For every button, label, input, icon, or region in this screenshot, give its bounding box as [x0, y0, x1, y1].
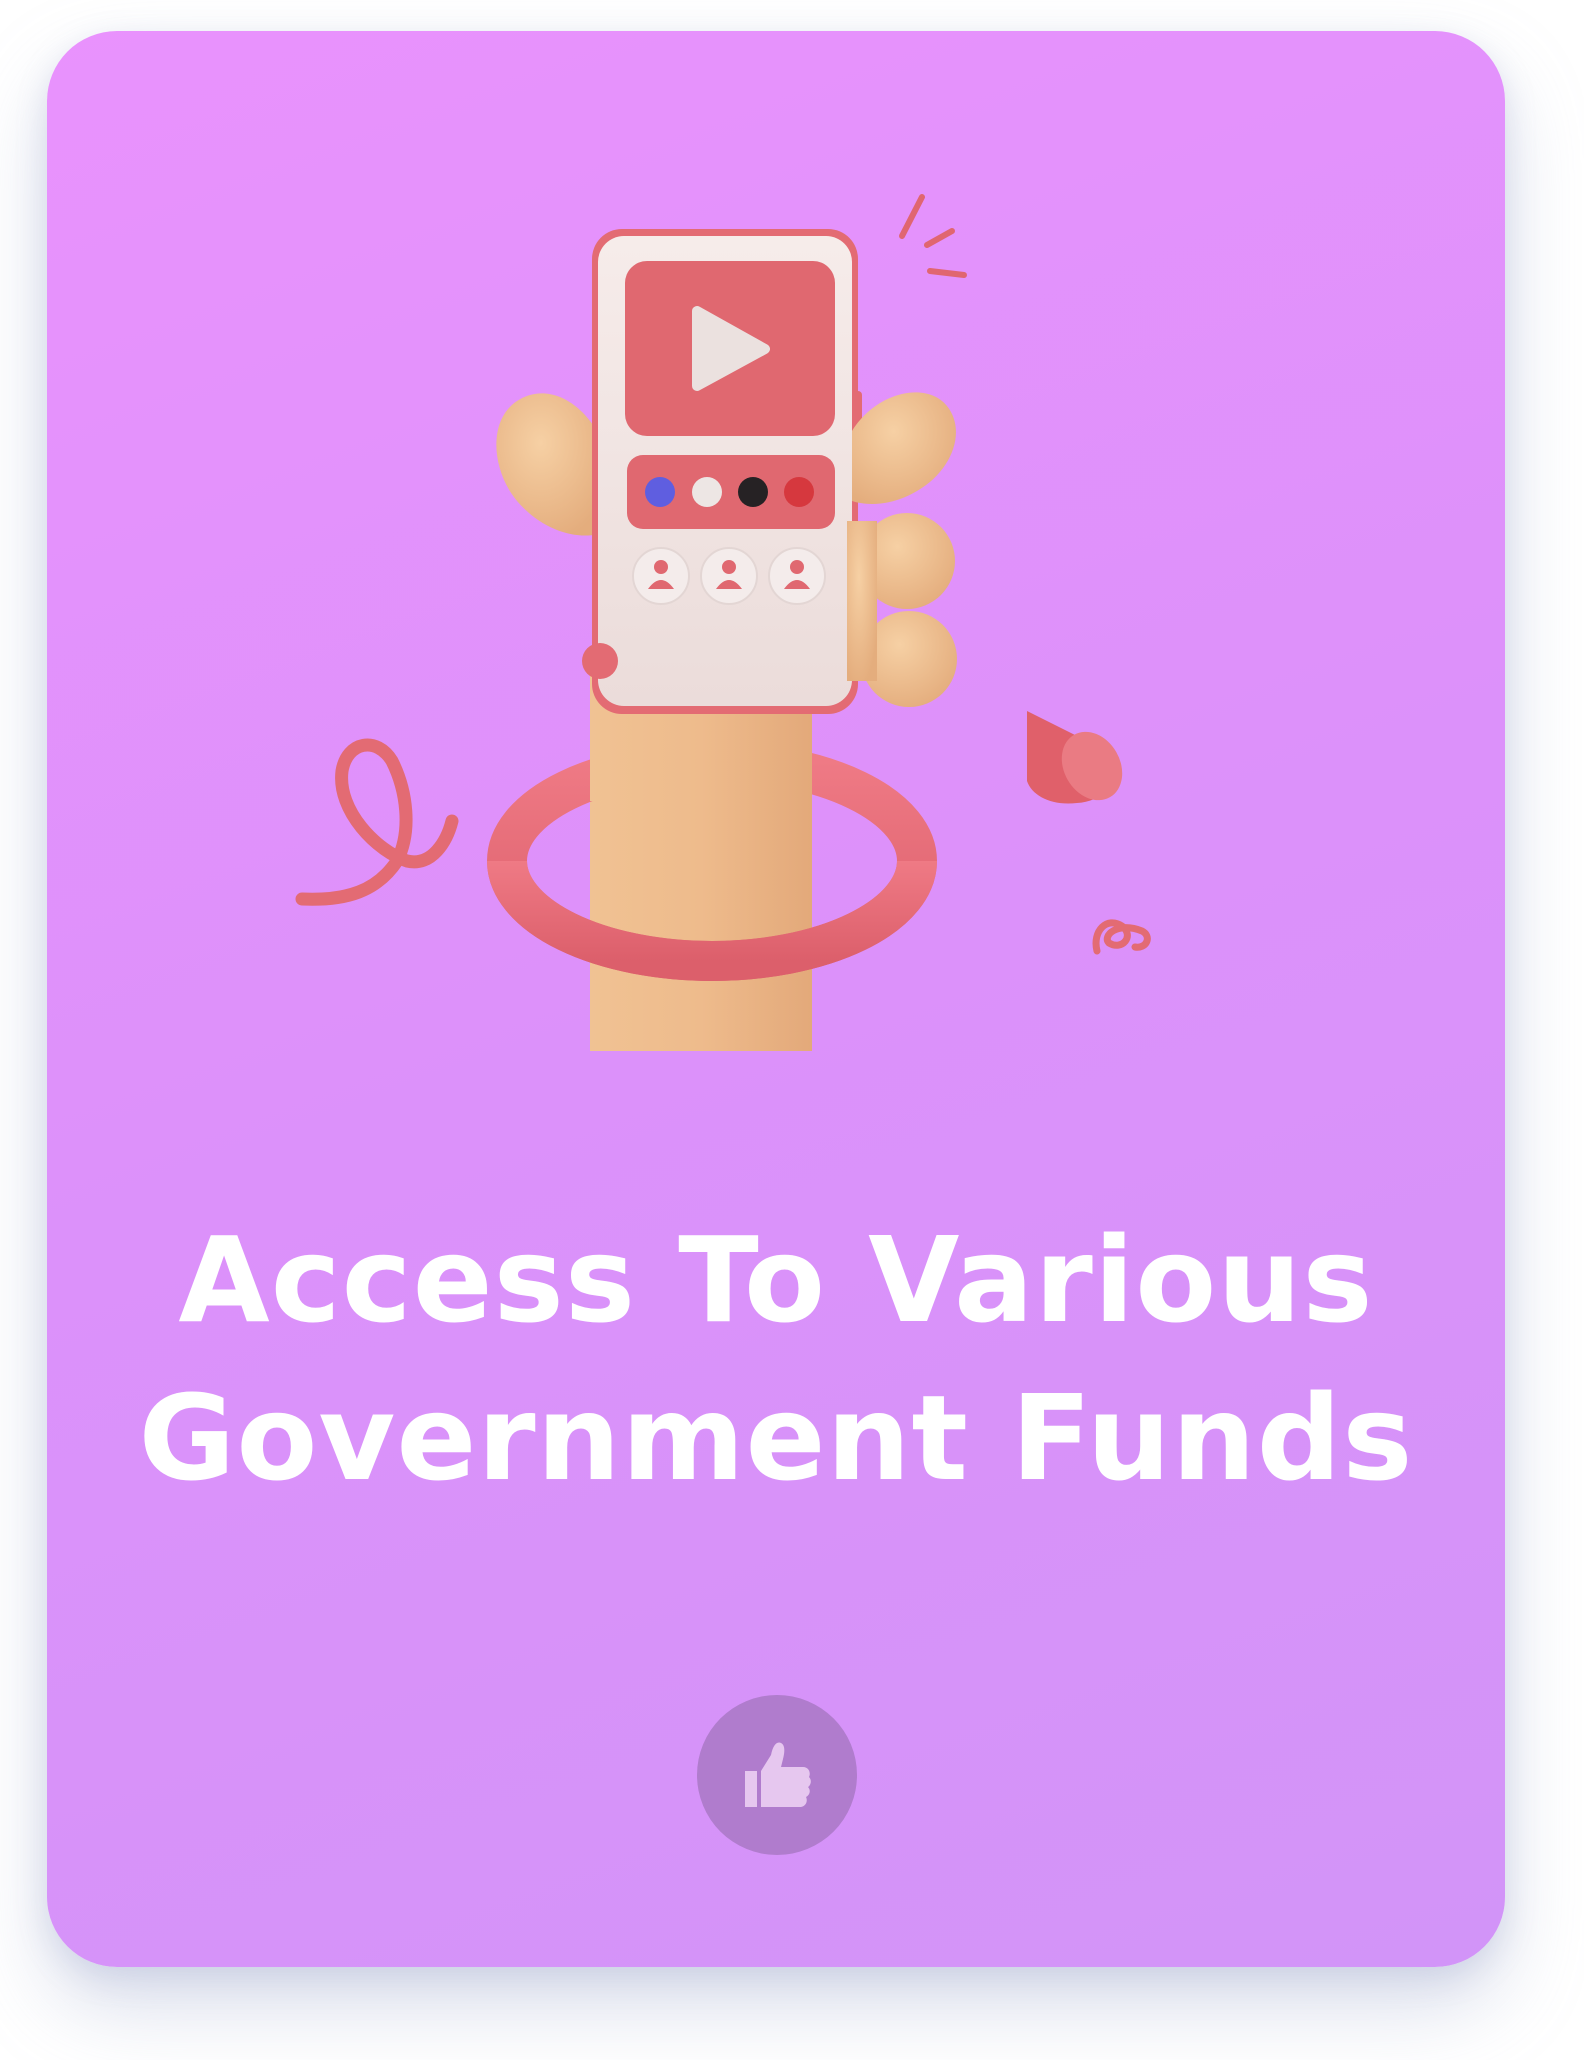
fingers — [847, 392, 957, 707]
card-title-line-2: Government Funds — [138, 1369, 1414, 1507]
cone-shape — [1027, 711, 1123, 804]
thumb — [496, 393, 607, 536]
sparkle-lines — [899, 194, 967, 278]
thumbs-up-icon — [745, 1742, 811, 1807]
feature-card: Access To Various Government Funds — [47, 31, 1505, 1967]
squiggle-left — [295, 738, 459, 906]
avatar-circles — [632, 547, 826, 605]
hand-holding-phone-illustration — [295, 194, 1151, 1051]
like-button[interactable] — [697, 1695, 857, 1855]
card-title-line-1: Access To Various — [178, 1211, 1374, 1349]
squiggle-right — [1092, 919, 1151, 955]
card-title: Access To Various Government Funds — [47, 1201, 1505, 1517]
